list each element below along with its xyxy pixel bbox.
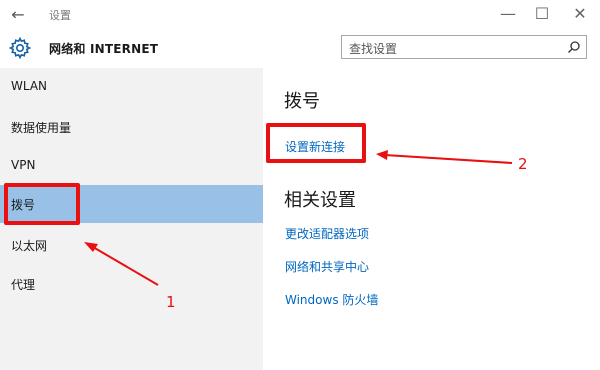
annotation-arrowhead-1 [84, 242, 98, 252]
annotation-label-1: 1 [166, 293, 176, 311]
annotation-arrow-1 [92, 246, 159, 286]
annotation-arrow-2 [384, 154, 513, 164]
annotation-arrows [84, 150, 513, 286]
annotation-label-2: 2 [518, 155, 528, 173]
annotation-arrowhead-2 [376, 150, 388, 160]
